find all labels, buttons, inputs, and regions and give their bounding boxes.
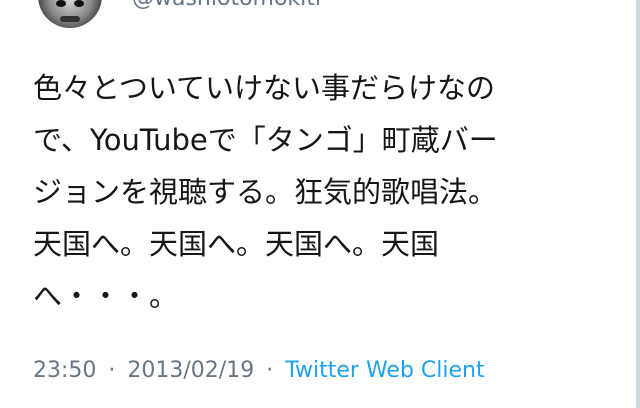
avatar-mouth bbox=[60, 16, 80, 22]
meta-separator: · bbox=[108, 358, 116, 383]
avatar-eye-left bbox=[56, 0, 66, 7]
avatar-eye-right bbox=[74, 0, 84, 7]
tweet-text-line: で、YouTubeで「タンゴ」町蔵バー bbox=[33, 123, 498, 157]
tweet-meta: 23:50 · 2013/02/19 · Twitter Web Client bbox=[33, 358, 485, 383]
tweet-text-line: 天国へ。天国へ。天国へ。天国 bbox=[33, 227, 440, 261]
author-handle[interactable]: @washiotomokiti bbox=[132, 0, 321, 11]
tweet-detail: @washiotomokiti 色々とついていけない事だらけなの で、YouTu… bbox=[0, 0, 640, 408]
user-avatar-icon[interactable] bbox=[38, 0, 102, 28]
tweet-text-line: ジョンを視聴する。狂気的歌唱法。 bbox=[33, 175, 498, 209]
tweet-date[interactable]: 2013/02/19 bbox=[127, 358, 254, 383]
tweet-time[interactable]: 23:50 bbox=[33, 358, 96, 383]
tweet-text-line: へ・・・。 bbox=[33, 279, 179, 313]
tweet-text: 色々とついていけない事だらけなの で、YouTubeで「タンゴ」町蔵バー ジョン… bbox=[33, 62, 603, 322]
tweet-text-line: 色々とついていけない事だらけなの bbox=[33, 71, 495, 105]
meta-separator: · bbox=[266, 358, 274, 383]
scrollbar-edge bbox=[636, 0, 640, 408]
tweet-client-link[interactable]: Twitter Web Client bbox=[285, 358, 484, 383]
